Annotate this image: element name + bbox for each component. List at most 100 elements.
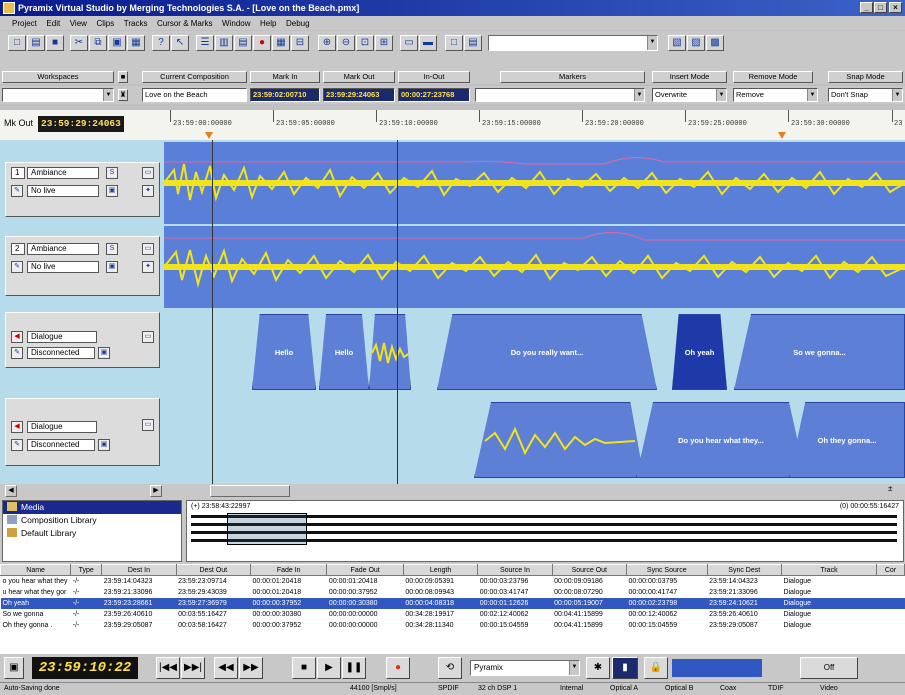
scroll-right-icon[interactable]: ▶: [150, 485, 162, 497]
cut-icon[interactable]: ✂: [70, 35, 88, 51]
playhead-cursor[interactable]: [397, 140, 398, 484]
mini-timeline[interactable]: (+) 23:58:43:22997 (0) 00:00:55:16427: [186, 500, 904, 562]
clip[interactable]: Do you really want...: [437, 314, 657, 390]
lock-icon[interactable]: ▣: [106, 261, 118, 273]
video-icon[interactable]: ▬: [419, 35, 437, 51]
fast-forward-button[interactable]: ▶▶: [239, 657, 263, 679]
in-out-header[interactable]: In-Out: [398, 71, 470, 83]
zoom-toggle-icon[interactable]: ±: [888, 484, 892, 493]
device-select[interactable]: Pyramix ▼: [470, 660, 580, 676]
track-lane-3[interactable]: Hello Hello Do you really want... Oh yea…: [164, 312, 905, 390]
column-header[interactable]: Length: [402, 564, 479, 576]
remove-mode-select[interactable]: Remove ▼: [733, 88, 818, 102]
new-icon[interactable]: □: [8, 35, 26, 51]
settings-icon[interactable]: ✦: [142, 185, 154, 197]
menu-tracks[interactable]: Tracks: [124, 19, 148, 28]
clip[interactable]: So we gonna...: [734, 314, 905, 390]
lock-icon[interactable]: ▣: [98, 439, 110, 451]
chevron-down-icon[interactable]: ▼: [569, 661, 579, 675]
maximize-button[interactable]: □: [874, 2, 887, 13]
open-icon[interactable]: ▤: [27, 35, 45, 51]
monitor-icon[interactable]: ▭: [142, 167, 154, 179]
save-icon[interactable]: ■: [46, 35, 64, 51]
table-row[interactable]: o you hear what they -/- 23:59:14:04323 23:…: [1, 576, 905, 587]
column-header[interactable]: Source Out: [551, 564, 627, 576]
scroll-thumb[interactable]: [210, 485, 290, 497]
settings-icon[interactable]: ✦: [142, 261, 154, 273]
grid-icon[interactable]: ▦: [127, 35, 145, 51]
track-lane-1[interactable]: [163, 142, 905, 224]
edit-icon[interactable]: ▦: [272, 35, 290, 51]
column-header[interactable]: Sync Source: [625, 564, 708, 576]
menu-view[interactable]: View: [70, 19, 87, 28]
chevron-down-icon[interactable]: ▼: [103, 89, 113, 101]
save-workspace-icon[interactable]: ■: [118, 71, 128, 83]
go-to-end-button[interactable]: ▶▶|: [181, 657, 205, 679]
tool-c-icon[interactable]: ▩: [706, 35, 724, 51]
chevron-down-icon[interactable]: ▼: [647, 36, 657, 50]
paste-icon[interactable]: ▣: [108, 35, 126, 51]
off-button[interactable]: Off: [800, 657, 858, 679]
monitor-icon[interactable]: ▭: [142, 243, 154, 255]
chevron-down-icon[interactable]: ▼: [634, 89, 644, 101]
layout-icon[interactable]: ▤: [464, 35, 482, 51]
column-header[interactable]: Name: [0, 564, 72, 576]
track-name[interactable]: Ambiance: [27, 167, 99, 179]
zoom-sel-icon[interactable]: ⊞: [375, 35, 393, 51]
chevron-down-icon[interactable]: ▼: [716, 89, 726, 101]
loop-button[interactable]: ⟲: [438, 657, 462, 679]
track-icon[interactable]: ▤: [234, 35, 252, 51]
copy-icon[interactable]: ⧉: [89, 35, 107, 51]
monitor-icon[interactable]: ▭: [142, 419, 154, 431]
mark-out-header[interactable]: Mark Out: [323, 71, 395, 83]
monitor-icon[interactable]: ▭: [142, 331, 154, 343]
snap-mode-select[interactable]: Don't Snap ▼: [828, 88, 903, 102]
stop-button[interactable]: ■: [292, 657, 316, 679]
solo-icon[interactable]: S: [106, 243, 118, 255]
track-input[interactable]: No live: [27, 261, 99, 273]
track-input[interactable]: Disconnected: [27, 439, 95, 451]
column-header[interactable]: Source In: [477, 564, 553, 576]
library-item-media[interactable]: Media: [3, 501, 181, 514]
menu-edit[interactable]: Edit: [46, 19, 60, 28]
lock-icon[interactable]: 🔒: [644, 657, 668, 679]
track-name[interactable]: Dialogue: [27, 421, 97, 433]
menu-window[interactable]: Window: [222, 19, 250, 28]
track-input[interactable]: No live: [27, 185, 99, 197]
track-lane-4[interactable]: Do you hear what they... Oh they gonna..…: [164, 398, 905, 480]
library-item-composition[interactable]: Composition Library: [3, 514, 181, 527]
menu-help[interactable]: Help: [260, 19, 276, 28]
clip[interactable]: Oh they gonna...: [789, 402, 905, 478]
edit-pen-icon[interactable]: ✎: [11, 347, 23, 359]
close-button[interactable]: ×: [889, 2, 902, 13]
sync-icon[interactable]: ✱: [586, 657, 610, 679]
help-icon[interactable]: ?: [152, 35, 170, 51]
track-input[interactable]: Disconnected: [27, 347, 95, 359]
level-icon[interactable]: ▮: [612, 657, 638, 679]
menu-cursor-marks[interactable]: Cursor & Marks: [157, 19, 213, 28]
menu-project[interactable]: Project: [12, 19, 37, 28]
tool-b-icon[interactable]: ▨: [687, 35, 705, 51]
lock-icon[interactable]: ♜: [118, 89, 128, 101]
column-header[interactable]: Fade In: [249, 564, 328, 576]
column-header[interactable]: Track: [780, 564, 877, 576]
edit-pen-icon[interactable]: ✎: [11, 439, 23, 451]
mixer-icon[interactable]: ☰: [196, 35, 214, 51]
mark-out-marker[interactable]: [778, 132, 786, 139]
table-row[interactable]: Oh they gonna . -/- 23:59:29:05087 00:03:58…: [1, 620, 905, 631]
clip[interactable]: Do you hear what they...: [636, 402, 806, 478]
column-header[interactable]: Type: [70, 564, 103, 576]
split-icon[interactable]: ⊟: [291, 35, 309, 51]
in-out-field[interactable]: 00:00:27:23768: [398, 88, 470, 102]
meter-icon[interactable]: ▥: [215, 35, 233, 51]
go-to-start-button[interactable]: |◀◀: [156, 657, 180, 679]
monitor-icon[interactable]: ▭: [400, 35, 418, 51]
solo-icon[interactable]: S: [106, 167, 118, 179]
mark-in-field[interactable]: 23:59:02:00710: [250, 88, 320, 102]
timeline-scrollbar[interactable]: ◀ ▶ ±: [0, 484, 905, 498]
tool-a-icon[interactable]: ▧: [668, 35, 686, 51]
table-row[interactable]: u hear what they gor -/- 23:59:21:33096 23:…: [1, 587, 905, 598]
chevron-down-icon[interactable]: ▼: [807, 89, 817, 101]
clip[interactable]: Hello: [319, 314, 369, 390]
edit-pen-icon[interactable]: ✎: [11, 261, 23, 273]
